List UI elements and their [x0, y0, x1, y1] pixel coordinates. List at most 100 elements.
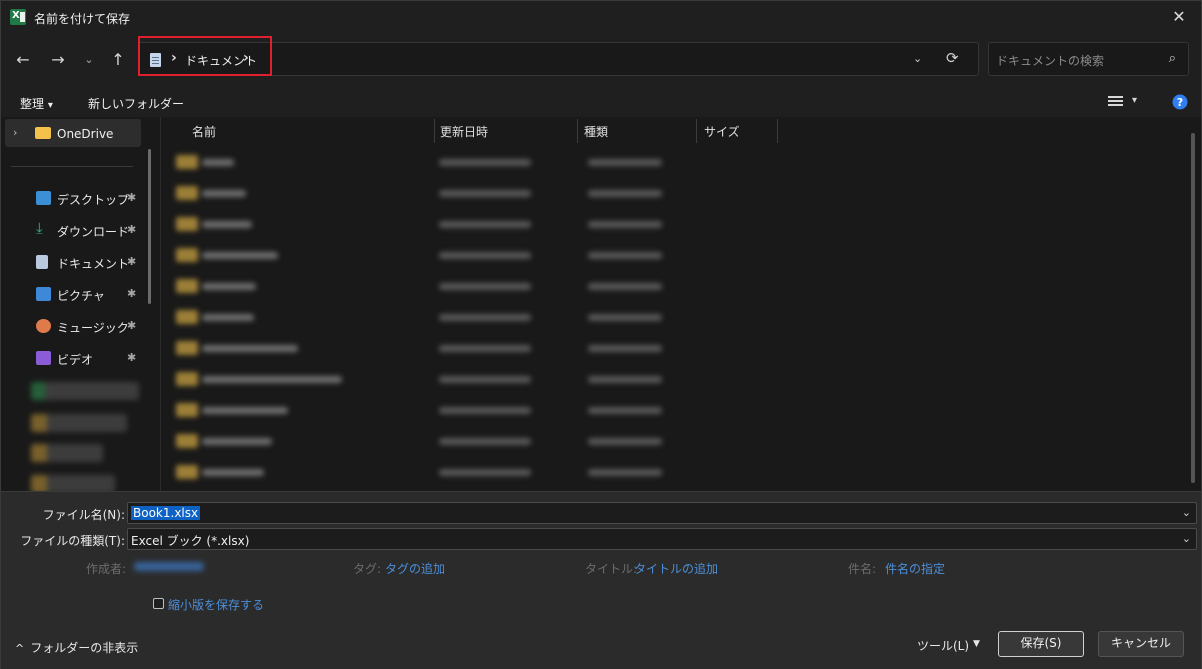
hide-folders-label: フォルダーの非表示	[30, 641, 139, 655]
sort-ascending-icon: ^	[304, 117, 312, 123]
refresh-icon[interactable]: ⟳	[946, 49, 959, 67]
column-header-modified[interactable]: 更新日時	[435, 117, 577, 143]
sidebar-item-blurred[interactable]	[31, 475, 115, 491]
sidebar-item-pictures[interactable]: ピクチャ ✱	[1, 280, 146, 308]
sidebar-item-label: ピクチャ	[57, 289, 105, 303]
list-item[interactable]	[176, 279, 696, 295]
new-folder-button[interactable]: 新しいフォルダー	[88, 95, 184, 112]
save-thumbnail-checkbox[interactable]	[153, 598, 164, 609]
column-divider[interactable]	[777, 119, 778, 143]
tools-dropdown-icon[interactable]: ▼	[973, 639, 980, 649]
chevron-down-icon[interactable]: ⌄	[913, 52, 922, 65]
author-label: 作成者:	[86, 562, 127, 576]
command-bar: 整理 ▾ 新しいフォルダー ▾	[1, 87, 1201, 117]
title-bar: X 名前を付けて保存 ✕	[1, 1, 1201, 33]
tools-button[interactable]: ツール(L)	[917, 637, 969, 654]
close-button[interactable]: ✕	[1159, 1, 1199, 33]
chevron-right-icon[interactable]: ›	[13, 126, 17, 139]
column-header-name[interactable]: 名前 ^	[162, 117, 434, 143]
sidebar-item-documents[interactable]: ドキュメント ✱	[1, 248, 146, 276]
back-button[interactable]: ←	[10, 47, 36, 73]
sidebar-item-label: ダウンロード	[57, 225, 130, 239]
chevron-down-icon[interactable]: ⌄	[1182, 506, 1191, 519]
desktop-icon	[36, 191, 51, 205]
list-item[interactable]	[176, 310, 696, 326]
sidebar-item-label: デスクトップ	[57, 193, 130, 207]
list-item[interactable]	[176, 186, 696, 202]
file-list-scrollbar[interactable]	[1191, 133, 1195, 483]
search-box[interactable]: ドキュメントの検索 ⌕	[988, 42, 1189, 76]
organize-button[interactable]: 整理 ▾	[20, 95, 53, 112]
pictures-icon	[36, 287, 51, 301]
column-header-type[interactable]: 種類	[578, 117, 696, 143]
list-item[interactable]	[176, 248, 696, 264]
column-header-label: 種類	[584, 125, 609, 139]
list-item[interactable]	[176, 372, 696, 388]
sidebar-item-videos[interactable]: ビデオ ✱	[1, 344, 146, 372]
pin-icon[interactable]: ✱	[127, 351, 136, 364]
sidebar-item-label: ビデオ	[57, 353, 94, 367]
chevron-down-icon: ▾	[47, 100, 53, 111]
hide-folders-button[interactable]: ^ フォルダーの非表示	[15, 639, 138, 656]
filename-input[interactable]: Book1.xlsx	[131, 506, 201, 520]
filetype-value: Excel ブック (*.xlsx)	[131, 534, 250, 548]
recent-locations-button[interactable]: ⌄	[76, 47, 102, 73]
organize-label: 整理	[20, 97, 45, 111]
cancel-button[interactable]: キャンセル	[1098, 631, 1184, 657]
pin-icon[interactable]: ✱	[127, 255, 136, 268]
add-title-link[interactable]: タイトルの追加	[634, 560, 718, 577]
sidebar-item-blurred[interactable]	[31, 444, 103, 462]
pin-icon[interactable]: ✱	[127, 191, 136, 204]
list-item[interactable]	[176, 434, 696, 450]
filetype-label: ファイルの種類(T):	[20, 534, 125, 548]
sidebar-item-downloads[interactable]: ⤓ ダウンロード ✱	[1, 216, 146, 244]
list-item[interactable]	[176, 155, 696, 171]
sidebar-item-blurred[interactable]	[31, 414, 127, 432]
forward-button[interactable]: →	[45, 47, 71, 73]
download-icon: ⤓	[36, 219, 43, 237]
save-options-panel: ファイル名(N): Book1.xlsx ⌄ ファイルの種類(T): Excel…	[1, 491, 1201, 669]
sidebar-item-desktop[interactable]: デスクトップ ✱	[1, 184, 146, 212]
filetype-select[interactable]: Excel ブック (*.xlsx) ⌄	[127, 528, 1197, 550]
folder-icon	[35, 127, 51, 139]
filename-field[interactable]: Book1.xlsx ⌄	[127, 502, 1197, 524]
sidebar-item-label: ドキュメント	[57, 257, 130, 271]
annotation-highlight-box	[138, 36, 272, 76]
pin-icon[interactable]: ✱	[127, 287, 136, 300]
column-header-label: サイズ	[704, 125, 740, 139]
title-label: タイトル:	[585, 562, 638, 576]
add-subject-link[interactable]: 件名の指定	[885, 560, 945, 577]
search-icon[interactable]: ⌕	[1169, 51, 1176, 66]
chevron-up-icon: ^	[15, 642, 25, 655]
sidebar-item-label: ミュージック	[57, 321, 129, 335]
up-button[interactable]: ↑	[105, 47, 131, 73]
list-item[interactable]	[176, 465, 696, 481]
sidebar-item-music[interactable]: ミュージック ✱	[1, 312, 146, 340]
sidebar-item-blurred[interactable]	[31, 382, 139, 400]
filename-label: ファイル名(N):	[42, 508, 125, 522]
pin-icon[interactable]: ✱	[127, 319, 136, 332]
list-item[interactable]	[176, 403, 696, 419]
author-link-blurred[interactable]	[134, 562, 204, 571]
file-list: 名前 ^ 更新日時 種類 サイズ	[162, 117, 1201, 491]
chevron-down-icon[interactable]: ⌄	[1182, 532, 1191, 545]
window-title: 名前を付けて保存	[34, 12, 131, 26]
column-header-size[interactable]: サイズ	[697, 117, 777, 143]
help-glyph: ?	[1177, 96, 1183, 109]
navigation-bar: ← → ⌄ ↑ › ドキュメント › ⌄ ⟳ ドキュメントの検索 ⌕	[1, 33, 1201, 87]
view-options-icon[interactable]	[1108, 96, 1123, 108]
list-item[interactable]	[176, 217, 696, 233]
list-item[interactable]	[176, 341, 696, 357]
sidebar-scrollbar[interactable]	[148, 149, 151, 304]
video-icon	[36, 351, 51, 365]
chevron-down-icon[interactable]: ▾	[1132, 95, 1137, 106]
help-icon[interactable]: ?	[1172, 94, 1188, 110]
excel-icon: X	[10, 9, 26, 25]
pin-icon[interactable]: ✱	[127, 223, 136, 236]
save-button[interactable]: 保存(S)	[998, 631, 1084, 657]
sidebar-item-onedrive[interactable]: › OneDrive	[5, 119, 141, 147]
save-thumbnail-label[interactable]: 縮小版を保存する	[168, 596, 264, 613]
search-input[interactable]: ドキュメントの検索	[996, 52, 1104, 69]
add-tags-link[interactable]: タグの追加	[385, 560, 445, 577]
document-icon	[36, 255, 48, 269]
